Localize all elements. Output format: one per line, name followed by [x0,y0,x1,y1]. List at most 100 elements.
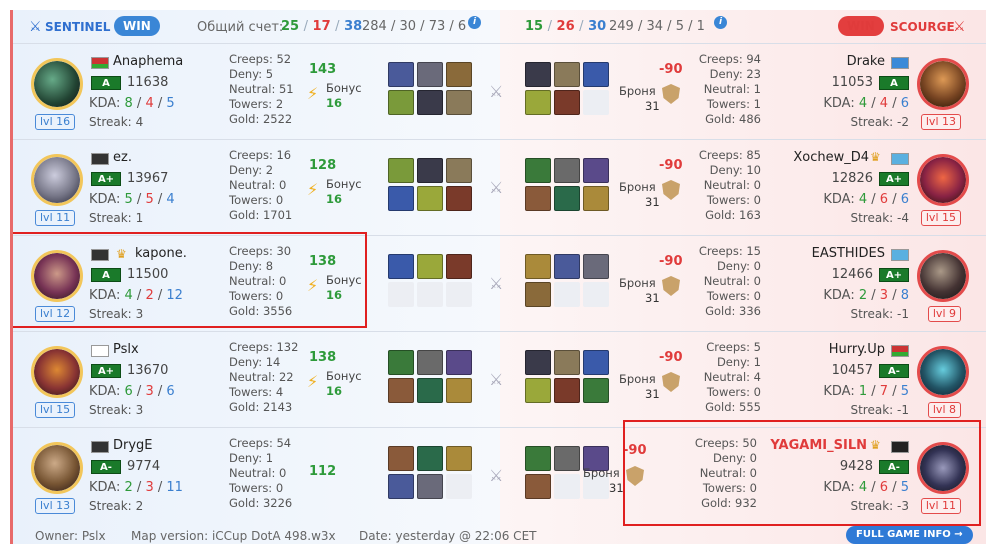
item-slot[interactable] [388,378,414,403]
swords-vs-icon: ⚔ [489,178,504,197]
item-slot[interactable] [583,158,609,183]
scourge-items [525,62,609,115]
deny-stat: Deny: 0 [716,259,761,273]
rank-badge: A [879,76,909,90]
hero-avatar[interactable] [31,154,83,206]
armor-label: Броня [583,466,620,480]
hero-avatar[interactable] [31,442,83,494]
item-slot[interactable] [388,186,414,211]
player-row: lvl 16 Anaphema A 11638 KDA: 8 / 4 / 5 Streak… [13,43,986,139]
item-slot[interactable] [446,350,472,375]
item-slot[interactable] [554,254,580,279]
item-slot[interactable] [554,446,580,471]
item-slot[interactable] [554,158,580,183]
player-name[interactable]: Xochew_D4 [793,150,869,165]
item-slot[interactable] [446,282,472,307]
hero-avatar[interactable] [31,346,83,398]
rating-value: 12466 [831,267,873,282]
neutral-stat: Neutral: 0 [229,178,287,192]
item-slot[interactable] [446,378,472,403]
item-slot[interactable] [388,474,414,499]
player-name[interactable]: Hurry.Up [829,342,885,357]
item-slot[interactable] [446,62,472,87]
player-name[interactable]: DrygE [113,438,153,453]
item-slot[interactable] [525,158,551,183]
item-slot[interactable] [583,186,609,211]
hero-avatar[interactable] [917,346,969,398]
hero-avatar[interactable] [31,58,83,110]
item-slot[interactable] [446,254,472,279]
item-slot[interactable] [417,474,443,499]
bonus-label: Бонус [326,177,362,191]
hero-avatar[interactable] [917,154,969,206]
creeps-stat: Creeps: 16 [229,148,292,162]
item-slot[interactable] [525,446,551,471]
item-slot[interactable] [417,62,443,87]
item-slot[interactable] [446,446,472,471]
player-name[interactable]: Drake [847,54,885,69]
item-slot[interactable] [417,446,443,471]
item-slot[interactable] [554,90,580,115]
shield-icon [662,84,680,104]
player-name[interactable]: Anaphema [113,54,183,69]
item-slot[interactable] [525,62,551,87]
item-slot[interactable] [446,158,472,183]
item-slot[interactable] [417,350,443,375]
item-slot[interactable] [417,158,443,183]
gold-stat: Gold: 163 [705,208,761,222]
item-slot[interactable] [554,350,580,375]
streak-line: Streak: 1 [89,211,144,225]
item-slot[interactable] [525,474,551,499]
player-name[interactable]: ez. [113,150,132,165]
level-badge: lvl 15 [35,402,76,418]
item-slot[interactable] [554,186,580,211]
hero-avatar[interactable] [917,58,969,110]
item-slot[interactable] [583,62,609,87]
item-slot[interactable] [583,350,609,375]
item-slot[interactable] [388,282,414,307]
item-slot[interactable] [388,62,414,87]
rank-badge: A [91,76,121,90]
item-slot[interactable] [583,90,609,115]
level-badge: lvl 16 [35,114,76,130]
full-game-info-button[interactable]: FULL GAME INFO → [846,526,973,544]
item-slot[interactable] [388,90,414,115]
deny-stat: Deny: 5 [229,67,274,81]
item-slot[interactable] [388,446,414,471]
player-name[interactable]: Pslx [113,342,139,357]
info-icon[interactable]: i [468,16,481,29]
item-slot[interactable] [525,254,551,279]
kda-line: KDA: 6 / 3 / 6 [89,384,175,399]
date-text: Date: yesterday @ 22:06 CET [359,529,537,543]
item-slot[interactable] [525,90,551,115]
item-slot[interactable] [446,474,472,499]
item-slot[interactable] [525,282,551,307]
item-slot[interactable] [554,62,580,87]
item-slot[interactable] [388,158,414,183]
item-slot[interactable] [525,186,551,211]
item-slot[interactable] [446,186,472,211]
item-slot[interactable] [388,254,414,279]
rating-value: 10457 [831,363,873,378]
item-slot[interactable] [417,90,443,115]
item-slot[interactable] [554,474,580,499]
item-slot[interactable] [417,282,443,307]
item-slot[interactable] [583,254,609,279]
item-slot[interactable] [583,282,609,307]
item-slot[interactable] [554,282,580,307]
item-slot[interactable] [583,378,609,403]
item-slot[interactable] [446,90,472,115]
sentinel-score: 25 / 17 / 38 [281,19,363,34]
item-slot[interactable] [525,378,551,403]
item-slot[interactable] [417,254,443,279]
item-slot[interactable] [417,186,443,211]
player-name[interactable]: EASTHIDES [812,246,885,261]
hero-portrait [34,157,80,203]
item-slot[interactable] [554,378,580,403]
info-icon[interactable]: i [714,16,727,29]
level-badge: lvl 13 [920,114,961,130]
item-slot[interactable] [388,350,414,375]
item-slot[interactable] [525,350,551,375]
hero-avatar[interactable] [917,250,969,302]
item-slot[interactable] [417,378,443,403]
